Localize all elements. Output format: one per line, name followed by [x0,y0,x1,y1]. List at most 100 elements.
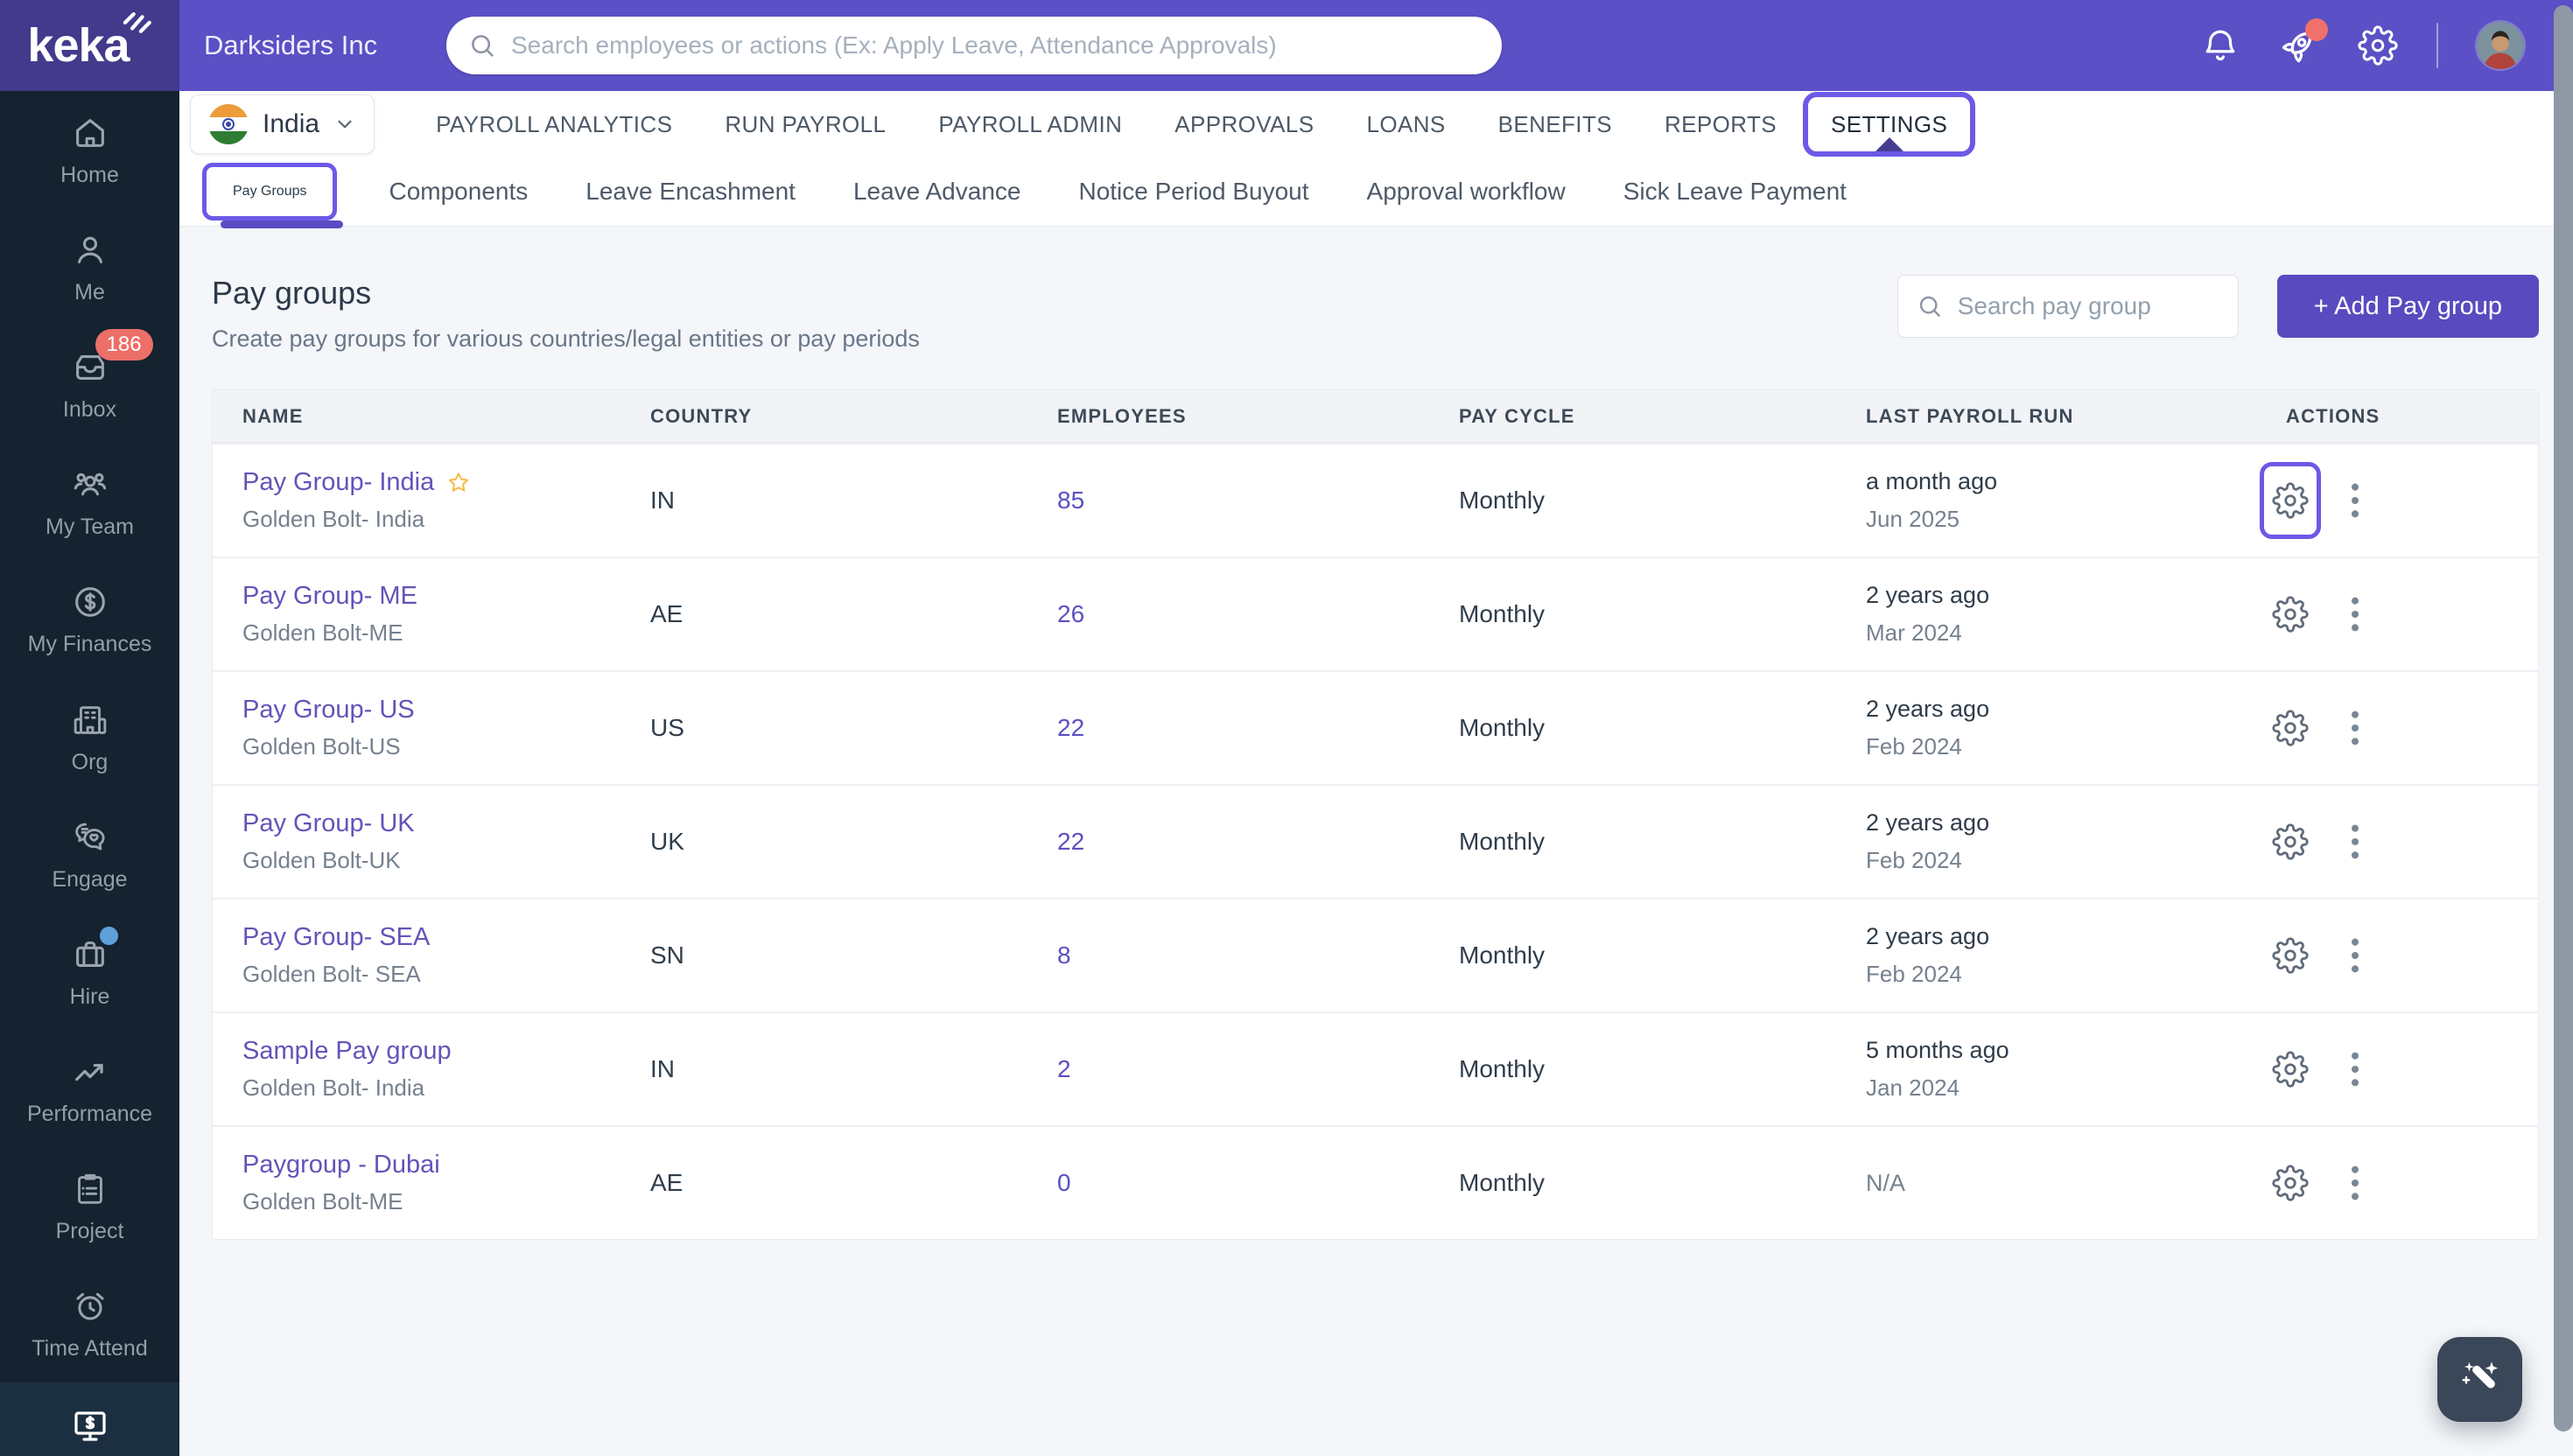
rocket-notification-dot [2305,18,2328,41]
subtab-sick-leave-payment[interactable]: Sick Leave Payment [1595,178,1875,206]
last-run-relative: 2 years ago [1866,696,1990,722]
country-cell: IN [650,486,675,514]
column-header-employees: EMPLOYEES [1057,404,1187,427]
last-run-relative: 2 years ago [1866,582,1990,608]
sidebar-item-org[interactable]: Org [0,678,179,795]
pay-group-name-link[interactable]: Pay Group- ME [242,582,417,611]
row-settings-gear-icon[interactable] [2272,596,2309,633]
annotation-highlight-gear [2260,462,2321,539]
sidebar-item-me[interactable]: Me [0,208,179,326]
pay-group-name-link[interactable]: Sample Pay group [242,1037,452,1066]
gear-icon[interactable] [2358,25,2398,66]
sidebar-item-performance[interactable]: Performance [0,1031,179,1148]
sidebar-item-engage[interactable]: Engage [0,795,179,913]
employees-count-link[interactable]: 2 [1057,1055,1071,1082]
subtab-leave-encashment[interactable]: Leave Encashment [557,178,824,206]
row-more-actions-kebab-icon[interactable] [2342,701,2368,755]
employees-count-link[interactable]: 22 [1057,828,1084,855]
country-cell: UK [650,828,684,855]
sidebar-item-label: My Finances [27,632,152,657]
pay-group-name-link[interactable]: Pay Group- SEA [242,923,430,952]
pay-group-search[interactable] [1896,275,2274,338]
subtab-leave-advance[interactable]: Leave Advance [824,178,1050,206]
row-more-actions-kebab-icon[interactable] [2342,815,2368,869]
sidebar-item-my-finances[interactable]: My Finances [0,561,179,678]
row-settings-gear-icon[interactable] [2272,482,2309,519]
subtab-approval-workflow[interactable]: Approval workflow [1338,178,1595,206]
chat-heart-icon [69,816,111,858]
global-search-input[interactable] [511,32,1481,60]
row-settings-gear-icon[interactable] [2272,823,2309,860]
sidebar-item-label: Home [60,162,119,187]
row-more-actions-kebab-icon[interactable] [2342,1042,2368,1096]
country-cell: SN [650,942,684,969]
keka-logo: keka [0,0,179,91]
pay-group-name-link[interactable]: Pay Group- US [242,696,415,724]
tab-payroll-admin[interactable]: PAYROLL ADMIN [912,91,1148,158]
pay-group-search-input[interactable] [1957,292,2274,320]
employees-count-link[interactable]: 8 [1057,942,1071,969]
subtab-notice-period-buyout[interactable]: Notice Period Buyout [1049,178,1337,206]
last-run-date: Jun 2025 [1866,506,1960,532]
last-run-relative: N/A [1866,1169,1906,1196]
pay-group-name-link[interactable]: Pay Group- India [242,468,434,497]
tab-loans[interactable]: LOANS [1340,91,1471,158]
briefcase-icon [69,926,118,976]
last-run-relative: a month ago [1866,468,1998,494]
subtab-pay-groups[interactable]: Pay Groups [202,163,344,228]
global-search[interactable] [446,17,1502,74]
country-selector[interactable]: India [190,94,375,154]
row-settings-gear-icon[interactable] [2272,710,2309,746]
star-icon[interactable] [445,469,473,497]
magic-wand-fab[interactable] [2437,1337,2522,1422]
tab-approvals[interactable]: APPROVALS [1148,91,1340,158]
pay-cycle-cell: Monthly [1459,1169,1546,1196]
add-pay-group-button[interactable]: + Add Pay group [2276,275,2539,338]
pay-cycle-cell: Monthly [1459,942,1546,969]
employees-count-link[interactable]: 85 [1057,486,1084,514]
row-settings-gear-icon[interactable] [2272,1051,2309,1088]
legal-entity-label: Golden Bolt- SEA [242,961,421,987]
rocket-icon[interactable] [2279,18,2328,66]
hire-notification-dot [99,926,118,945]
sidebar-item-hire[interactable]: Hire [0,913,179,1030]
pay-cycle-cell: Monthly [1459,714,1546,741]
sidebar-item-label: Project [55,1219,124,1244]
sidebar-item-label: Inbox [62,396,117,422]
row-more-actions-kebab-icon[interactable] [2342,587,2368,641]
tab-settings[interactable]: SETTINGS [1802,92,1976,157]
tab-settings-label: SETTINGS [1830,110,1948,137]
last-run-relative: 5 months ago [1866,1037,2009,1063]
sidebar-item-my-team[interactable]: My Team [0,444,179,561]
scrollbar-thumb[interactable] [2554,5,2573,1432]
tab-payroll-analytics[interactable]: PAYROLL ANALYTICS [410,91,698,158]
pay-cycle-cell: Monthly [1459,828,1546,855]
country-cell: AE [650,1169,684,1196]
row-more-actions-kebab-icon[interactable] [2342,473,2368,528]
table-row: Pay Group- US Golden Bolt-US US 22 Month… [213,670,2538,784]
topbar-divider [2436,23,2438,68]
country-cell: AE [650,600,684,627]
pay-group-name-link[interactable]: Paygroup - Dubai [242,1151,440,1180]
legal-entity-label: Golden Bolt-US [242,733,401,760]
subtab-components[interactable]: Components [360,178,557,206]
tab-run-payroll[interactable]: RUN PAYROLL [698,91,912,158]
sidebar: Home Me 186 Inbox My Team My Finances Or… [0,91,179,1456]
tab-reports[interactable]: REPORTS [1638,91,1803,158]
employees-count-link[interactable]: 22 [1057,714,1084,741]
bell-icon[interactable] [2200,25,2240,66]
row-more-actions-kebab-icon[interactable] [2342,928,2368,983]
sidebar-item-home[interactable]: Home [0,91,179,208]
employees-count-link[interactable]: 26 [1057,600,1084,627]
sidebar-item-project[interactable]: Project [0,1148,179,1265]
sidebar-item-time-attend[interactable]: Time Attend [0,1265,179,1382]
user-avatar[interactable] [2477,22,2524,69]
tab-benefits[interactable]: BENEFITS [1472,91,1638,158]
employees-count-link[interactable]: 0 [1057,1169,1071,1196]
row-settings-gear-icon[interactable] [2272,1165,2309,1201]
sidebar-item-payroll[interactable] [0,1382,179,1456]
row-more-actions-kebab-icon[interactable] [2342,1156,2368,1210]
sidebar-item-inbox[interactable]: 186 Inbox [0,326,179,443]
row-settings-gear-icon[interactable] [2272,937,2309,974]
pay-group-name-link[interactable]: Pay Group- UK [242,809,415,838]
